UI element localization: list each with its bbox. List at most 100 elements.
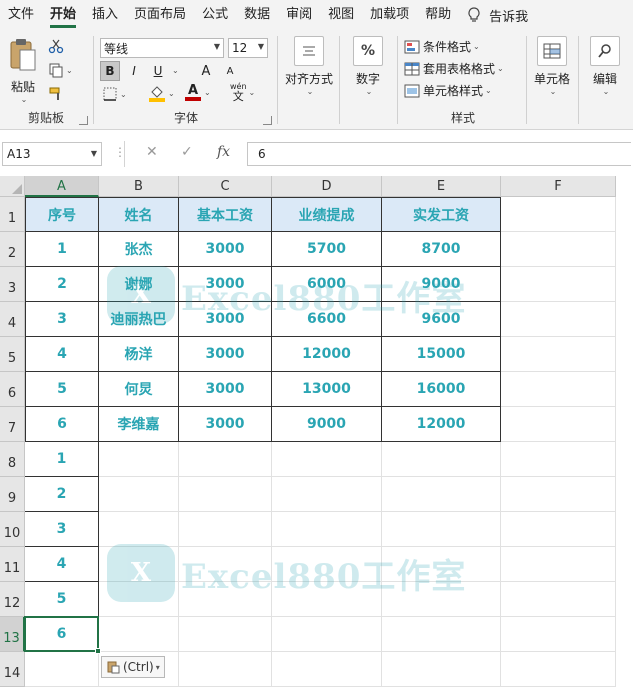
table-header-cell[interactable]: 姓名 — [99, 197, 179, 232]
table-cell[interactable]: 6 — [25, 407, 99, 442]
table-cell[interactable]: 3000 — [179, 232, 272, 267]
grid-cell[interactable] — [382, 652, 501, 687]
table-cell[interactable]: 2 — [25, 267, 99, 302]
grid-cell[interactable] — [501, 197, 616, 232]
menu-tab[interactable]: 开始 — [42, 0, 84, 30]
table-cell[interactable]: 5700 — [272, 232, 382, 267]
row-header[interactable]: 3 — [0, 267, 25, 302]
grid-cell[interactable] — [179, 617, 272, 652]
grid-cell[interactable] — [501, 582, 616, 617]
copy-button[interactable]: ⌄ — [48, 62, 73, 78]
table-cell[interactable]: 谢娜 — [99, 267, 179, 302]
font-launcher-icon[interactable] — [263, 116, 272, 125]
table-cell[interactable]: 3000 — [179, 372, 272, 407]
grid-cell[interactable] — [501, 442, 616, 477]
grid-cell[interactable] — [179, 512, 272, 547]
table-cell[interactable]: 16000 — [382, 372, 501, 407]
insert-function-icon[interactable]: fx — [217, 144, 230, 160]
table-header-cell[interactable]: 基本工资 — [179, 197, 272, 232]
menu-tab[interactable]: 公式 — [194, 0, 236, 30]
table-cell[interactable]: 6600 — [272, 302, 382, 337]
row-header[interactable]: 7 — [0, 407, 25, 442]
cut-button[interactable] — [48, 38, 64, 54]
grid-cell[interactable] — [272, 442, 382, 477]
table-cell[interactable]: 李维嘉 — [99, 407, 179, 442]
table-cell[interactable]: 9600 — [382, 302, 501, 337]
table-cell[interactable]: 1 — [25, 442, 99, 477]
grid-cell[interactable] — [99, 547, 179, 582]
grid-cell[interactable] — [501, 477, 616, 512]
grid-cell[interactable] — [501, 337, 616, 372]
table-cell[interactable]: 张杰 — [99, 232, 179, 267]
row-header[interactable]: 12 — [0, 582, 25, 617]
fill-color-button[interactable]: ⌄ — [148, 84, 175, 102]
grid-cell[interactable] — [179, 547, 272, 582]
row-header[interactable]: 13 — [0, 617, 25, 652]
row-header[interactable]: 2 — [0, 232, 25, 267]
table-cell[interactable]: 迪丽热巴 — [99, 302, 179, 337]
table-cell[interactable]: 13000 — [272, 372, 382, 407]
table-cell[interactable]: 12000 — [272, 337, 382, 372]
grid-cell[interactable] — [25, 652, 99, 687]
formula-input[interactable]: 6 — [247, 142, 631, 166]
table-cell[interactable]: 6 — [25, 617, 99, 652]
grid-cell[interactable] — [382, 582, 501, 617]
format-painter-button[interactable] — [48, 86, 64, 102]
column-header[interactable]: E — [382, 176, 501, 197]
table-cell[interactable]: 杨洋 — [99, 337, 179, 372]
paste-options-button[interactable]: (Ctrl) ▾ — [101, 656, 165, 678]
table-cell[interactable]: 3000 — [179, 337, 272, 372]
table-cell[interactable]: 9000 — [382, 267, 501, 302]
row-header[interactable]: 6 — [0, 372, 25, 407]
column-header[interactable]: F — [501, 176, 616, 197]
grid-cell[interactable] — [272, 582, 382, 617]
grid-cell[interactable] — [382, 547, 501, 582]
grid-cell[interactable] — [501, 267, 616, 302]
table-cell[interactable]: 12000 — [382, 407, 501, 442]
name-box[interactable]: A13 ▼ — [2, 142, 102, 166]
row-header[interactable]: 10 — [0, 512, 25, 547]
grid-cell[interactable] — [99, 617, 179, 652]
paste-button[interactable]: 粘贴 ⌄ — [8, 38, 38, 104]
conditional-format-button[interactable]: 条件格式 ⌄ — [404, 38, 480, 55]
grid-cell[interactable] — [382, 477, 501, 512]
grid-cell[interactable] — [99, 512, 179, 547]
table-cell[interactable]: 3 — [25, 512, 99, 547]
grow-font-button[interactable]: A — [196, 61, 216, 81]
table-cell[interactable]: 6000 — [272, 267, 382, 302]
table-cell[interactable]: 3000 — [179, 407, 272, 442]
grid-cell[interactable] — [272, 512, 382, 547]
grid-cell[interactable] — [501, 302, 616, 337]
table-header-cell[interactable]: 实发工资 — [382, 197, 501, 232]
shrink-font-button[interactable]: A — [220, 61, 240, 81]
grid-cell[interactable] — [179, 477, 272, 512]
phonetic-guide-button[interactable]: wén 文 ⌄ — [230, 82, 255, 102]
table-cell[interactable]: 何炅 — [99, 372, 179, 407]
table-cell[interactable]: 9000 — [272, 407, 382, 442]
column-header[interactable]: C — [179, 176, 272, 197]
grid-cell[interactable] — [179, 582, 272, 617]
grid-cell[interactable] — [99, 442, 179, 477]
column-header[interactable]: A — [25, 176, 99, 197]
grid-cell[interactable] — [382, 617, 501, 652]
table-cell[interactable]: 3000 — [179, 302, 272, 337]
table-cell[interactable]: 8700 — [382, 232, 501, 267]
table-cell[interactable]: 3 — [25, 302, 99, 337]
clipboard-launcher-icon[interactable] — [79, 116, 88, 125]
grid-cell[interactable] — [501, 652, 616, 687]
grid-cell[interactable] — [382, 442, 501, 477]
column-header[interactable]: D — [272, 176, 382, 197]
grid-cell[interactable] — [99, 582, 179, 617]
grid-cell[interactable] — [501, 372, 616, 407]
table-cell[interactable]: 1 — [25, 232, 99, 267]
bold-button[interactable]: B — [100, 61, 120, 81]
grid-cell[interactable] — [99, 477, 179, 512]
grid-cell[interactable] — [501, 512, 616, 547]
menu-tab[interactable]: 文件 — [0, 0, 42, 30]
table-cell[interactable]: 5 — [25, 372, 99, 407]
menu-tab[interactable]: 审阅 — [278, 0, 320, 30]
grid-cell[interactable] — [179, 652, 272, 687]
tell-me-search[interactable]: 告诉我 — [467, 6, 528, 25]
worksheet-grid[interactable]: A B C D E F 1 2 3 4 5 6 7 8 9 10 11 12 13 14 序号 姓名 基本工资 业绩提成 实发工… — [0, 176, 633, 693]
grid-cell[interactable] — [501, 232, 616, 267]
